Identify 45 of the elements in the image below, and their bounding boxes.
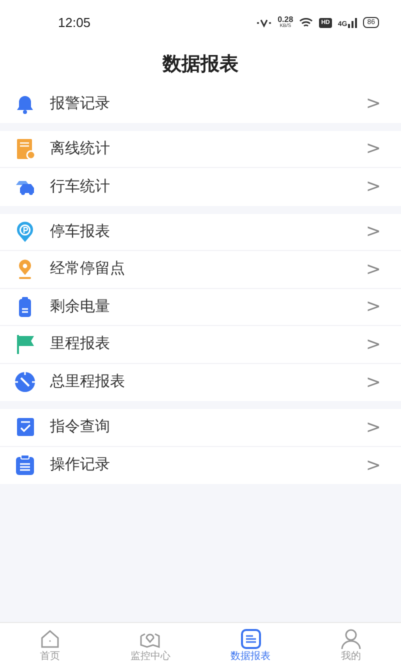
- menu-item[interactable]: 报警记录 >: [0, 85, 401, 122]
- chevron-icon: >: [366, 218, 381, 246]
- menu-item[interactable]: 行车统计 >: [0, 168, 401, 206]
- menu-label: 指令查询: [50, 417, 111, 437]
- wifi-icon: [299, 17, 314, 28]
- flag-icon: [14, 333, 36, 356]
- page-title: 数据报表: [162, 52, 238, 77]
- menu-item[interactable]: 剩余电量 >: [0, 288, 401, 326]
- menu-label: 报警记录: [50, 94, 111, 114]
- signal-icon: [348, 18, 358, 28]
- clipboard-icon: [14, 454, 36, 476]
- menu-item[interactable]: 指令查询 >: [0, 409, 401, 446]
- chevron-icon: >: [366, 330, 381, 358]
- parking-pin-icon: [14, 220, 36, 243]
- menu-item[interactable]: 离线统计 >: [0, 130, 401, 168]
- menu-label: 行车统计: [50, 176, 111, 196]
- menu-label: 剩余电量: [50, 296, 111, 316]
- document-icon: [240, 628, 262, 650]
- chevron-icon: >: [366, 452, 381, 479]
- compass-icon: [14, 371, 36, 394]
- menu-label: 总里程报表: [50, 372, 126, 392]
- checklist-icon: [14, 416, 36, 438]
- network-speed: 0.28: [278, 16, 294, 24]
- menu-item[interactable]: 经常停留点 >: [0, 251, 401, 288]
- menu-item[interactable]: 停车报表 >: [0, 214, 401, 251]
- menu-item[interactable]: 操作记录 >: [0, 446, 401, 484]
- status-time: 12:05: [58, 14, 91, 32]
- menu-item[interactable]: 总里程报表 >: [0, 364, 401, 401]
- chevron-icon: >: [366, 90, 381, 118]
- user-icon: [340, 628, 362, 650]
- menu-item[interactable]: 里程报表 >: [0, 326, 401, 364]
- menu-label: 里程报表: [50, 334, 111, 354]
- tab[interactable]: 数据报表: [200, 623, 301, 668]
- chevron-icon: >: [366, 135, 381, 162]
- chevron-icon: >: [366, 173, 381, 200]
- menu-label: 停车报表: [50, 222, 111, 242]
- chevron-icon: >: [366, 368, 381, 396]
- menu-label: 操作记录: [50, 455, 111, 475]
- chevron-icon: >: [366, 293, 381, 320]
- menu-label: 经常停留点: [50, 259, 126, 279]
- document-icon: [14, 138, 36, 160]
- chevron-icon: >: [366, 414, 381, 441]
- home-icon: [39, 628, 62, 650]
- menu-label: 离线统计: [50, 138, 111, 158]
- chevron-icon: >: [366, 256, 381, 283]
